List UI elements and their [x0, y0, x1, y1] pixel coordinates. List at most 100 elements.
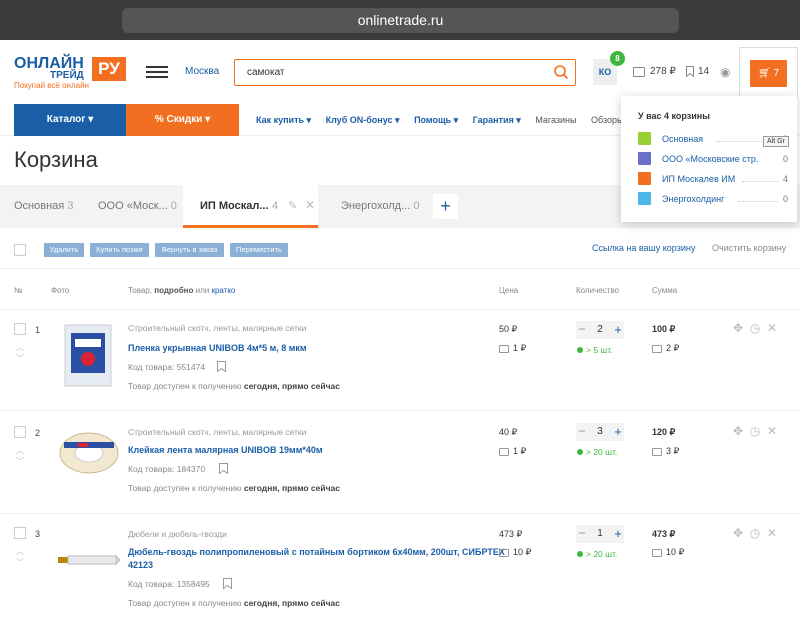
edit-icon[interactable]: ✎ [288, 199, 297, 212]
clock-icon[interactable]: ◷ [750, 526, 760, 540]
item-sum-bonus: 2 ₽ [652, 343, 679, 354]
delete-icon[interactable]: ✕ [767, 526, 777, 540]
share-link[interactable]: Ссылка на вашу корзину [592, 243, 695, 253]
minus-button[interactable]: − [576, 321, 588, 339]
product-category[interactable]: Строительный скотч, ленты, малярные сетк… [128, 427, 306, 437]
move-down-icon[interactable]: ﹀ [16, 456, 24, 467]
bookmark-icon[interactable] [217, 361, 226, 372]
search-value: самокат [247, 67, 285, 78]
row-checkbox[interactable] [14, 426, 26, 438]
city-selector[interactable]: Москва [185, 66, 219, 77]
nav-stores[interactable]: Магазины [535, 115, 576, 125]
add-cart-button[interactable]: + [433, 194, 458, 219]
bonus-icon [499, 447, 509, 456]
item-price: 50 ₽ [499, 324, 518, 334]
nav-warranty[interactable]: Гарантия ▾ [473, 115, 521, 125]
nav-help[interactable]: Помощь ▾ [414, 115, 458, 125]
site-logo[interactable]: ОНЛАЙН ТРЕЙД Покупай всё онлайн РУ [14, 55, 126, 91]
return-button[interactable]: Вернуть в заказ [155, 243, 224, 257]
bookmark-icon[interactable] [219, 463, 228, 474]
move-button[interactable]: Переместить [230, 243, 288, 257]
quantity-stepper[interactable]: − 2 + [576, 321, 624, 339]
discounts-button[interactable]: % Скидки ▾ [126, 104, 239, 136]
wallet-balance[interactable]: 278 ₽ [650, 66, 676, 77]
minus-button[interactable]: − [576, 423, 588, 441]
move-up-icon[interactable]: ︿ [16, 342, 24, 353]
brief-link[interactable]: кратко [211, 286, 235, 295]
plus-button[interactable]: + [612, 525, 624, 543]
bookmark-icon[interactable] [223, 578, 232, 589]
move-down-icon[interactable]: ﹀ [16, 557, 24, 568]
dropdown-cart-item[interactable]: Энергохолдинг 0 [638, 192, 788, 206]
nav-reviews[interactable]: Обзоры [591, 115, 623, 125]
wallet-icon[interactable] [633, 67, 645, 77]
dropdown-cart-label: ООО «Московские стр... [662, 154, 758, 164]
eye-icon[interactable]: ◉ [720, 65, 730, 79]
row-actions: ✥ ◷ ✕ [733, 526, 777, 540]
move-up-icon[interactable]: ︿ [16, 546, 24, 557]
move-icon[interactable]: ✥ [733, 321, 743, 335]
clear-cart-link[interactable]: Очистить корзину [712, 243, 786, 253]
keyboard-tooltip: Alt Gr [763, 136, 789, 147]
nav-how-to-buy[interactable]: Как купить ▾ [256, 115, 311, 125]
detailed-link[interactable]: подробно [154, 286, 193, 295]
row-checkbox[interactable] [14, 323, 26, 335]
tab-energy[interactable]: Энергохолд... 0 [341, 200, 419, 212]
clock-icon[interactable]: ◷ [750, 424, 760, 438]
percent-icon: % [154, 114, 164, 125]
product-name[interactable]: Клейкая лента малярная UNIBOB 19мм*40м [128, 444, 323, 457]
product-category[interactable]: Строительный скотч, ленты, малярные сетк… [128, 323, 306, 333]
close-icon[interactable]: ✕ [305, 198, 315, 212]
item-sum: 100 ₽ [652, 324, 676, 334]
search-input[interactable]: самокат [234, 59, 576, 86]
bookmark-icon[interactable] [686, 66, 694, 77]
delete-icon[interactable]: ✕ [767, 321, 777, 335]
item-sum-bonus: 3 ₽ [652, 446, 679, 457]
product-name[interactable]: Дюбель-гвоздь полипропиленовый с потайны… [128, 546, 505, 572]
catalog-label: Каталог [46, 114, 86, 125]
move-icon[interactable]: ✥ [733, 526, 743, 540]
tab-ip[interactable]: ИП Москал... 4 ✎ ✕ [183, 185, 318, 228]
plus-button[interactable]: + [612, 423, 624, 441]
col-sum: Сумма [652, 286, 678, 295]
delete-button[interactable]: Удалить [44, 243, 84, 257]
tab-ip-count: 4 [272, 200, 279, 212]
availability: Товар доступен к получению сегодня, прям… [128, 598, 340, 608]
product-name[interactable]: Пленка укрывная UNIBOB 4м*5 м, 8 мкм [128, 342, 307, 355]
minus-button[interactable]: − [576, 525, 588, 543]
clock-icon[interactable]: ◷ [750, 321, 760, 335]
quantity-value[interactable]: 2 [590, 324, 610, 335]
delete-icon[interactable]: ✕ [767, 424, 777, 438]
row-checkbox[interactable] [14, 527, 26, 539]
quantity-value[interactable]: 3 [590, 426, 610, 437]
move-icon[interactable]: ✥ [733, 424, 743, 438]
dropdown-cart-item[interactable]: ИП Москалев ИМ 4 [638, 172, 788, 186]
stock-status: > 5 шт. [577, 345, 613, 355]
tab-ooo[interactable]: ООО «Моск... 0 [98, 200, 177, 212]
cart-button[interactable]: 🛒︎ 7 [750, 60, 787, 87]
menu-icon[interactable] [146, 66, 168, 78]
quantity-stepper[interactable]: − 3 + [576, 423, 624, 441]
availability: Товар доступен к получению сегодня, прям… [128, 483, 340, 493]
quantity-stepper[interactable]: − 1 + [576, 525, 624, 543]
search-icon[interactable] [553, 64, 569, 80]
dropdown-cart-label: ИП Москалев ИМ [662, 174, 736, 184]
tab-main[interactable]: Основная 3 [14, 200, 73, 212]
col-num: № [14, 286, 23, 295]
move-down-icon[interactable]: ﹀ [16, 353, 24, 364]
catalog-button[interactable]: Каталог ▾ [14, 104, 126, 136]
address-bar[interactable]: onlinetrade.ru [122, 8, 679, 33]
move-up-icon[interactable]: ︿ [16, 445, 24, 456]
dropdown-cart-item[interactable]: ООО «Московские стр... 0 [638, 152, 788, 166]
product-image[interactable] [58, 428, 120, 478]
product-image[interactable] [63, 323, 113, 388]
buy-later-button[interactable]: Купить позже [90, 243, 149, 257]
quantity-value[interactable]: 1 [590, 528, 610, 539]
product-image[interactable] [56, 548, 122, 572]
product-category[interactable]: Дюбели и дюбель-гвозди [128, 529, 227, 539]
select-all-checkbox[interactable] [14, 244, 26, 256]
nav-club[interactable]: Клуб ON-бонус ▾ [326, 115, 400, 125]
cart-icon [638, 152, 651, 165]
plus-button[interactable]: + [612, 321, 624, 339]
bookmarks-count[interactable]: 14 [698, 66, 709, 77]
